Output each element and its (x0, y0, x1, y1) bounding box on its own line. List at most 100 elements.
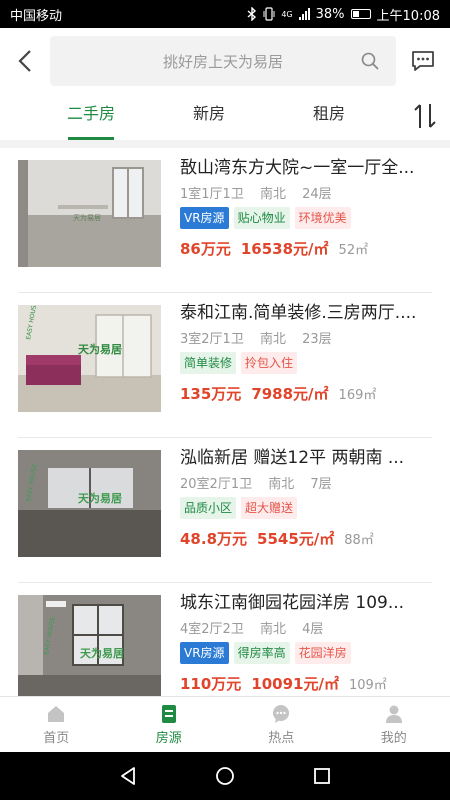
listing-info: 城东江南御园花园洋房 109... 4室2厅2卫 南北 4层 VR房源 得房率高… (180, 591, 435, 694)
search-icon[interactable] (360, 51, 380, 71)
total-price: 135万元 (180, 385, 242, 403)
listing-prices: 110万元 10091元/㎡ 109㎡ (180, 673, 435, 694)
message-button[interactable] (396, 28, 450, 94)
svg-text:天为易居: 天为易居 (73, 213, 101, 222)
list-item[interactable]: EASY HOUSE 天为易居 泰和江南.简单装修.三房两厅.... 3室2厅1… (0, 293, 450, 438)
listing-floor: 23层 (302, 332, 332, 347)
listing-prices: 48.8万元 5545元/㎡ 88㎡ (180, 528, 435, 549)
svg-text:天为易居: 天为易居 (78, 491, 122, 505)
listing-floor: 7层 (310, 477, 332, 492)
tag-badge: 得房率高 (233, 642, 290, 664)
listing-title: 城东江南御园花园洋房 109... (180, 593, 405, 613)
tag-badge: VR房源 (180, 207, 229, 229)
listing-info: 敔山湾东方大院~一室一厅全... 1室1厅1卫 南北 24层 VR房源 贴心物业… (180, 156, 435, 259)
system-nav-bar (0, 752, 450, 800)
tab-label: 新房 (192, 104, 225, 123)
clock: 上午10:08 (376, 8, 440, 24)
nav-home[interactable]: 首页 (0, 697, 113, 752)
listing-layout: 20室2厅1卫 (180, 477, 253, 492)
listing-orientation: 南北 (259, 332, 286, 347)
tag-badge: 环境优美 (294, 207, 351, 229)
nav-hot[interactable]: 热点 (225, 697, 338, 752)
nav-listings[interactable]: 房源 (113, 697, 226, 752)
total-price: 110万元 (180, 675, 242, 693)
unit-price: 7988元/㎡ (251, 385, 329, 403)
listing-layout: 4室2厅2卫 (180, 622, 244, 637)
search-placeholder: 挑好房上天为易居 (162, 52, 283, 71)
recents-square-icon[interactable] (313, 767, 331, 785)
tag-badge: 贴心物业 (233, 207, 290, 229)
listing-meta: 3室2厅1卫 南北 23层 (180, 328, 435, 347)
tag-badge: VR房源 (180, 642, 229, 664)
listing-info: 泰和江南.简单装修.三房两厅.... 3室2厅1卫 南北 23层 简单装修 拎包… (180, 301, 435, 404)
tag-badge: 品质小区 (180, 497, 237, 519)
header: 挑好房上天为易居 (0, 28, 450, 94)
tab-new-homes[interactable]: 新房 (176, 94, 242, 140)
network-type: 4G (281, 9, 293, 19)
listing-area: 169㎡ (338, 388, 377, 403)
listing-tags: 简单装修 拎包入住 (180, 352, 435, 374)
back-button[interactable] (0, 28, 50, 94)
listing-orientation: 南北 (259, 187, 286, 202)
list-item[interactable]: 天为易居 敔山湾东方大院~一室一厅全... 1室1厅1卫 南北 24层 VR房源… (0, 148, 450, 293)
svg-text:天为易居: 天为易居 (80, 646, 124, 660)
list-item[interactable]: EASY HOUSE 天为易居 泓临新居 赠送12平 两朝南 ... 20室2厅… (0, 438, 450, 583)
list-item[interactable]: EASY HOUSE 天为易居 城东江南御园花园洋房 109... 4室2厅2卫… (0, 583, 450, 696)
home-circle-icon[interactable] (215, 766, 235, 786)
listing-prices: 86万元 16538元/㎡ 52㎡ (180, 238, 435, 259)
vibrate-icon (263, 7, 275, 21)
back-triangle-icon[interactable] (119, 766, 137, 786)
listing-title: 泰和江南.简单装修.三房两厅.... (180, 303, 417, 323)
signal-icon (298, 8, 310, 20)
battery-percent: 38% (315, 6, 345, 22)
listing-prices: 135万元 7988元/㎡ 169㎡ (180, 383, 435, 404)
listing-tags: VR房源 得房率高 花园洋房 (180, 642, 435, 664)
bottom-nav: 首页 房源 热点 我的 (0, 696, 450, 752)
listing-list: 天为易居 敔山湾东方大院~一室一厅全... 1室1厅1卫 南北 24层 VR房源… (0, 148, 450, 696)
nav-label: 我的 (380, 730, 407, 746)
listing-layout: 3室2厅1卫 (180, 332, 244, 347)
nav-label: 房源 (155, 730, 182, 746)
tag-badge: 超大赠送 (241, 497, 298, 519)
listing-area: 52㎡ (338, 243, 369, 258)
search-input[interactable]: 挑好房上天为易居 (50, 36, 396, 86)
svg-text:天为易居: 天为易居 (78, 342, 122, 356)
tab-rentals[interactable]: 租房 (296, 94, 362, 140)
tab-label: 二手房 (66, 104, 115, 123)
listing-title: 泓临新居 赠送12平 两朝南 ... (180, 448, 405, 468)
tag-badge: 简单装修 (180, 352, 237, 374)
listing-meta: 4室2厅2卫 南北 4层 (180, 618, 435, 637)
listing-meta: 1室1厅1卫 南北 24层 (180, 183, 435, 202)
listing-photo: EASY HOUSE 天为易居 (18, 305, 161, 412)
listing-floor: 4层 (302, 622, 324, 637)
status-icons: 4G 38% 上午10:08 (247, 5, 440, 24)
listing-floor: 24层 (302, 187, 332, 202)
total-price: 48.8万元 (180, 530, 248, 548)
listing-info: 泓临新居 赠送12平 两朝南 ... 20室2厅1卫 南北 7层 品质小区 超大… (180, 446, 435, 549)
listing-photo: 天为易居 (18, 160, 161, 267)
chat-bubble-icon (273, 704, 290, 723)
back-arrow-icon (18, 50, 31, 72)
home-icon (48, 705, 65, 722)
tag-badge: 拎包入住 (241, 352, 298, 374)
tab-second-hand[interactable]: 二手房 (56, 94, 126, 140)
nav-label: 热点 (268, 730, 295, 746)
listing-tags: 品质小区 超大赠送 (180, 497, 435, 519)
listing-layout: 1室1厅1卫 (180, 187, 244, 202)
listing-title: 敔山湾东方大院~一室一厅全... (180, 158, 415, 178)
listing-area: 109㎡ (348, 678, 387, 693)
nav-profile[interactable]: 我的 (338, 697, 450, 752)
unit-price: 5545元/㎡ (257, 530, 335, 548)
message-icon (412, 51, 434, 71)
listing-orientation: 南北 (259, 622, 286, 637)
total-price: 86万元 (180, 240, 231, 258)
listing-tags: VR房源 贴心物业 环境优美 (180, 207, 435, 229)
listing-orientation: 南北 (268, 477, 295, 492)
unit-price: 10091元/㎡ (251, 675, 339, 693)
listings-icon (161, 704, 176, 723)
profile-icon (385, 705, 402, 723)
status-bar: 中国移动 4G 38% 上午10:08 (0, 0, 450, 28)
sort-icon[interactable] (412, 102, 438, 130)
category-tabs: 二手房 新房 租房 (0, 94, 450, 140)
bluetooth-icon (247, 7, 257, 21)
